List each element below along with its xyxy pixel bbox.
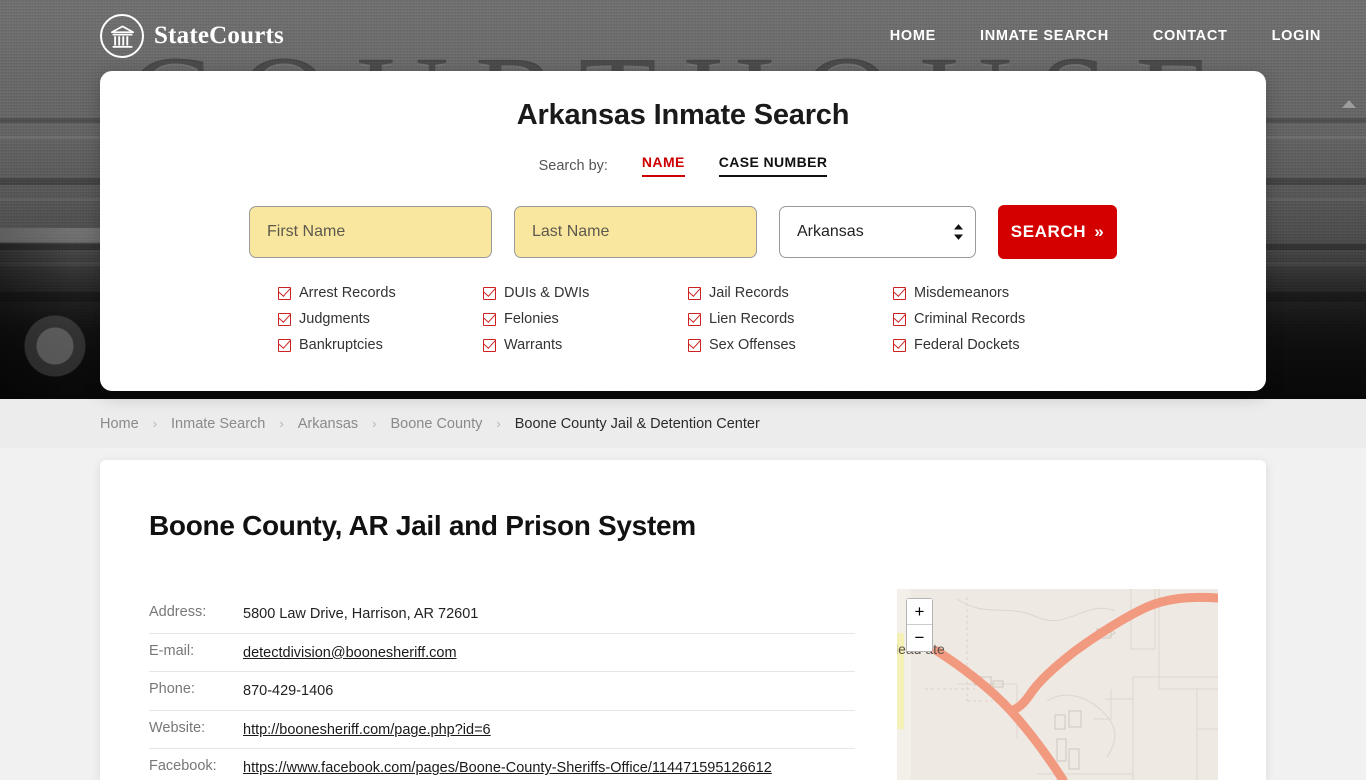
checkbox-checked-icon [688,338,701,352]
inmate-search-card: Arkansas Inmate Search Search by: NAME C… [100,71,1266,391]
map-zoom-out-button[interactable]: − [907,625,932,651]
state-select[interactable]: Arkansas [779,206,977,258]
breadcrumb-current: Boone County Jail & Detention Center [514,415,760,432]
map-zoom-controls: + − [906,598,933,652]
checkbox-checked-icon [688,286,701,300]
tab-name[interactable]: NAME [641,154,685,177]
checkbox-checked-icon [688,312,701,326]
state-select-value: Arkansas [797,223,864,240]
check-item-label: Criminal Records [914,311,1026,327]
first-name-input[interactable] [249,206,492,258]
table-row: Phone: 870-429-1406 [149,672,855,711]
location-map[interactable]: lead ate + − [897,589,1218,780]
table-row: Website: http://boonesheriff.com/page.ph… [149,711,855,750]
checkbox-checked-icon [483,338,496,352]
info-label: Phone: [149,681,195,698]
breadcrumb-item-home[interactable]: Home [100,416,139,432]
check-item[interactable]: Jail Records [688,285,893,301]
breadcrumb-separator-icon: › [152,416,158,431]
search-button[interactable]: SEARCH » [998,205,1117,259]
check-item-label: Bankruptcies [299,337,383,353]
search-form: Arkansas SEARCH » [100,205,1266,259]
check-item-label: Misdemeanors [914,285,1010,301]
check-item-label: Judgments [299,311,370,327]
checkbox-checked-icon [893,338,906,352]
check-item[interactable]: Lien Records [688,311,893,327]
tab-case-number[interactable]: CASE NUMBER [718,154,828,177]
check-item[interactable]: Warrants [483,337,688,353]
top-navigation-bar: StateCourts HOME INMATE SEARCH CONTACT L… [0,0,1366,72]
table-row: E-mail: detectdivision@boonesheriff.com [149,634,855,673]
chevron-updown-icon [953,224,964,241]
info-value-email-link[interactable]: detectdivision@boonesheriff.com [243,645,457,661]
check-item[interactable]: Criminal Records [893,311,1098,327]
checkbox-checked-icon [278,312,291,326]
record-type-checklist: Arrest Records DUIs & DWIs Jail Records … [100,285,1266,353]
info-value-address: 5800 Law Drive, Harrison, AR 72601 [243,606,479,622]
check-item-label: Warrants [504,337,563,353]
breadcrumb-item-boone-county[interactable]: Boone County [390,416,482,432]
double-chevron-right-icon: » [1094,222,1105,241]
info-label: Facebook: [149,758,217,775]
checkbox-checked-icon [893,312,906,326]
check-item-label: Sex Offenses [709,337,796,353]
check-item-label: Jail Records [709,285,789,301]
check-item-label: Federal Dockets [914,337,1020,353]
info-label: E-mail: [149,642,195,659]
brand-name: StateCourts [154,22,284,49]
check-item[interactable]: Felonies [483,311,688,327]
breadcrumb-separator-icon: › [372,416,377,431]
check-item[interactable]: Arrest Records [278,285,483,301]
facility-details-card: Boone County, AR Jail and Prison System … [100,460,1266,780]
checkbox-checked-icon [278,338,291,352]
breadcrumb-separator-icon: › [496,416,501,431]
check-item-label: DUIs & DWIs [504,285,590,301]
info-label: Website: [149,719,206,736]
nav-item-inmate-search[interactable]: INMATE SEARCH [980,28,1109,44]
breadcrumb-separator-icon: › [279,416,284,431]
nav-item-contact[interactable]: CONTACT [1153,28,1228,44]
page-title: Boone County, AR Jail and Prison System [149,510,696,541]
table-row: Facebook: https://www.facebook.com/pages… [149,749,855,780]
info-value-website-link[interactable]: http://boonesheriff.com/page.php?id=6 [243,722,491,738]
nav-item-login[interactable]: LOGIN [1272,28,1321,44]
courthouse-icon [100,14,144,58]
check-item[interactable]: DUIs & DWIs [483,285,688,301]
search-button-label: SEARCH [1010,222,1087,241]
check-item[interactable]: Federal Dockets [893,337,1098,353]
check-item[interactable]: Misdemeanors [893,285,1098,301]
nav-item-home[interactable]: HOME [890,28,936,44]
check-item-label: Lien Records [709,311,795,327]
search-by-label: Search by: [538,157,608,174]
checkbox-checked-icon [278,286,291,300]
info-value-facebook-link[interactable]: https://www.facebook.com/pages/Boone-Cou… [243,760,772,776]
primary-nav: HOME INMATE SEARCH CONTACT LOGIN [890,28,1321,44]
table-row: Address: 5800 Law Drive, Harrison, AR 72… [149,595,855,634]
checkbox-checked-icon [483,286,496,300]
checkbox-checked-icon [483,312,496,326]
info-value-phone: 870-429-1406 [243,683,334,700]
map-tiles [897,589,1218,780]
facility-info-table: Address: 5800 Law Drive, Harrison, AR 72… [149,595,855,780]
check-item-label: Felonies [504,311,559,327]
search-by-tabs: Search by: NAME CASE NUMBER [100,154,1266,177]
check-item[interactable]: Sex Offenses [688,337,893,353]
checkbox-checked-icon [893,286,906,300]
check-item[interactable]: Judgments [278,311,483,327]
breadcrumb-item-inmate-search[interactable]: Inmate Search [171,416,265,432]
last-name-input[interactable] [514,206,757,258]
breadcrumb-item-arkansas[interactable]: Arkansas [298,416,358,432]
search-card-title: Arkansas Inmate Search [516,99,850,131]
check-item[interactable]: Bankruptcies [278,337,483,353]
scroll-up-arrow-icon[interactable] [1342,100,1356,108]
map-zoom-in-button[interactable]: + [907,599,932,625]
check-item-label: Arrest Records [299,285,396,301]
brand-logo[interactable]: StateCourts [100,14,284,58]
info-label: Address: [149,604,207,620]
breadcrumb: Home › Inmate Search › Arkansas › Boone … [0,399,1366,448]
